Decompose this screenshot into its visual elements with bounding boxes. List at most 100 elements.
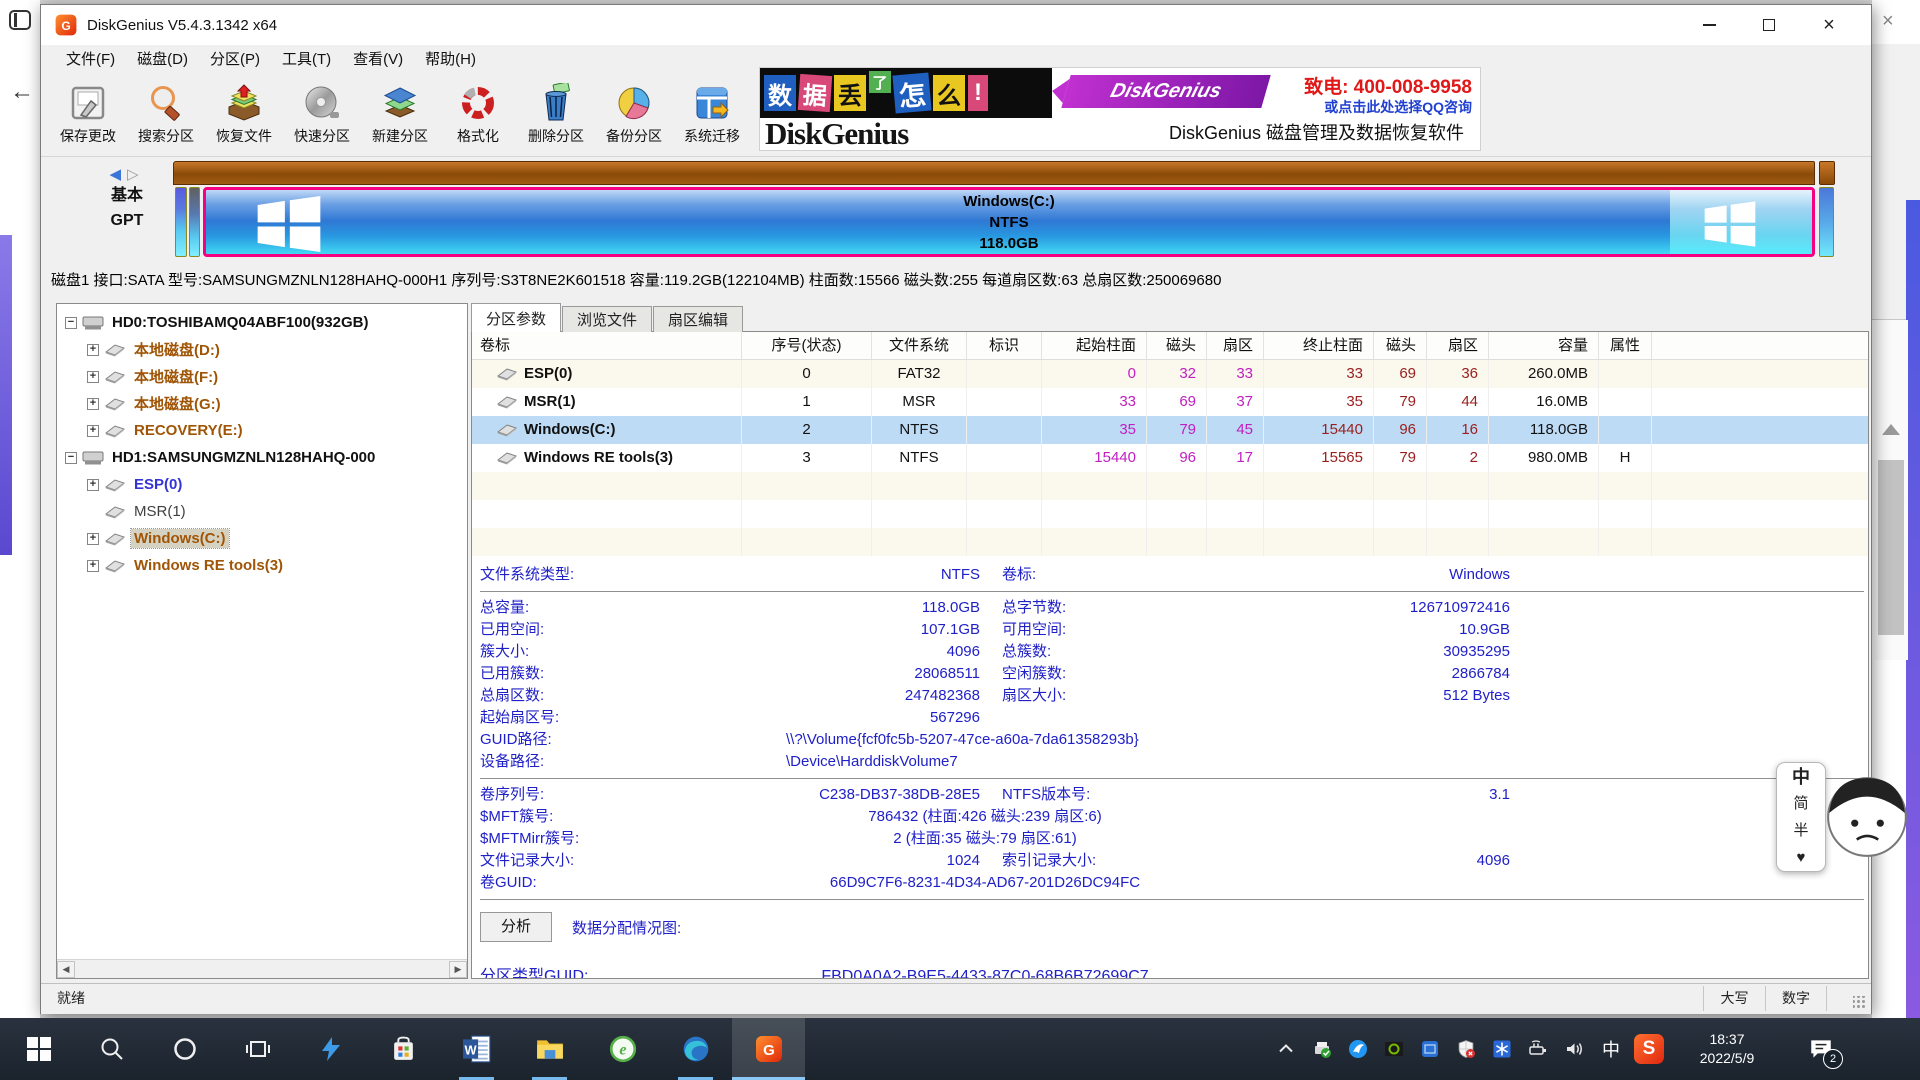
word-taskbar-button[interactable]: W xyxy=(440,1018,513,1080)
ime-widget-item[interactable]: 半 xyxy=(1793,823,1808,839)
prev-disk-icon[interactable]: ◀ xyxy=(109,166,127,183)
tree-item-MSR(1)[interactable]: MSR(1) xyxy=(57,498,467,525)
column-header-容量[interactable]: 容量 xyxy=(1489,332,1599,359)
column-header-磁头[interactable]: 磁头 xyxy=(1147,332,1207,359)
expand-icon[interactable]: + xyxy=(87,398,99,410)
menu-item-1[interactable]: 磁盘(D) xyxy=(126,48,199,69)
table-row-ESP(0)[interactable]: ESP(0)0FAT3203233336936260.0MB xyxy=(472,360,1868,388)
tab-outline-icon[interactable] xyxy=(9,10,31,30)
ime-widget-item[interactable]: 中 xyxy=(1792,769,1810,785)
taskbar-clock[interactable]: 18:37 2022/5/9 xyxy=(1672,1030,1782,1068)
messenger-bird-icon[interactable] xyxy=(1344,1035,1372,1063)
diskgenius-taskbar-button[interactable]: G xyxy=(732,1018,805,1080)
快速分区-button[interactable]: 快速分区 xyxy=(283,74,361,154)
ie-browser-taskbar-button[interactable]: e xyxy=(586,1018,659,1080)
tree-item-RECOVERY(E:)[interactable]: +RECOVERY(E:) xyxy=(57,417,467,444)
back-arrow-icon[interactable]: ← xyxy=(10,78,34,106)
tree-item-ESP(0)[interactable]: +ESP(0) xyxy=(57,471,467,498)
column-header-扇区[interactable]: 扇区 xyxy=(1207,332,1264,359)
column-header-序号(状态)[interactable]: 序号(状态) xyxy=(742,332,872,359)
maximize-button[interactable] xyxy=(1739,5,1799,45)
column-header-卷标[interactable]: 卷标 xyxy=(472,332,742,359)
titlebar[interactable]: G DiskGenius V5.4.3.1342 x64 × xyxy=(41,5,1871,45)
edge-taskbar-button[interactable] xyxy=(659,1018,732,1080)
analyze-button[interactable]: 分析 xyxy=(480,912,552,942)
partition-re-sliver[interactable] xyxy=(1819,187,1834,257)
column-header-文件系统[interactable]: 文件系统 xyxy=(872,332,967,359)
ad-banner[interactable]: 数据丢了怎么! DiskGenius DiskGenius 致电: 400-00… xyxy=(759,67,1481,151)
collapse-icon[interactable]: − xyxy=(65,452,77,464)
menu-item-0[interactable]: 文件(F) xyxy=(55,48,126,69)
partition-esp-sliver[interactable] xyxy=(175,187,187,257)
nvidia-icon[interactable] xyxy=(1380,1035,1408,1063)
intel-graphics-icon[interactable] xyxy=(1416,1035,1444,1063)
next-disk-icon[interactable]: ▷ xyxy=(127,166,145,183)
column-header-扇区[interactable]: 扇区 xyxy=(1427,332,1489,359)
新建分区-button[interactable]: 新建分区 xyxy=(361,74,439,154)
系统迁移-button[interactable]: 系统迁移 xyxy=(673,74,751,154)
tree-item-Windows(C:)[interactable]: +Windows(C:) xyxy=(57,525,467,552)
scroll-up-icon[interactable] xyxy=(1882,424,1900,435)
tree-item-HD0:TOSHIBAMQ04ABF100(932GB)[interactable]: −HD0:TOSHIBAMQ04ABF100(932GB) xyxy=(57,309,467,336)
expand-icon[interactable]: + xyxy=(87,479,99,491)
备份分区-button[interactable]: 备份分区 xyxy=(595,74,673,154)
ime-widget-item[interactable]: ♥ xyxy=(1797,850,1806,866)
menu-item-5[interactable]: 帮助(H) xyxy=(414,48,487,69)
tab-扇区编辑[interactable]: 扇区编辑 xyxy=(653,306,743,332)
scroll-left-icon[interactable]: ◀ xyxy=(57,961,75,978)
partition-msr-sliver[interactable] xyxy=(189,187,200,257)
resize-grip[interactable] xyxy=(1853,996,1866,1009)
恢复文件-button[interactable]: 恢复文件 xyxy=(205,74,283,154)
flash-app-taskbar-button[interactable] xyxy=(294,1018,367,1080)
ime-widget-item[interactable]: 简 xyxy=(1793,796,1808,812)
table-row-Windows RE tools(3)[interactable]: Windows RE tools(3)3NTFS1544096171556579… xyxy=(472,444,1868,472)
tree-item-本地磁盘(D:)[interactable]: +本地磁盘(D:) xyxy=(57,336,467,363)
scrollbar-thumb[interactable] xyxy=(1878,460,1904,635)
store-taskbar-button[interactable] xyxy=(367,1018,440,1080)
保存更改-button[interactable]: 保存更改 xyxy=(49,74,127,154)
expand-icon[interactable]: + xyxy=(87,560,99,572)
minimize-button[interactable] xyxy=(1679,5,1739,45)
action-center-button[interactable]: 2 xyxy=(1790,1018,1852,1080)
tree-item-本地磁盘(G:)[interactable]: +本地磁盘(G:) xyxy=(57,390,467,417)
column-header-终止柱面[interactable]: 终止柱面 xyxy=(1264,332,1374,359)
sogou-input-icon[interactable]: S xyxy=(1634,1034,1664,1064)
column-header-标识[interactable]: 标识 xyxy=(967,332,1042,359)
table-row-MSR(1)[interactable]: MSR(1)1MSR33693735794416.0MB xyxy=(472,388,1868,416)
table-row-Windows(C:)[interactable]: Windows(C:)2NTFS357945154409616118.0GB xyxy=(472,416,1868,444)
column-header-起始柱面[interactable]: 起始柱面 xyxy=(1042,332,1147,359)
expand-icon[interactable]: + xyxy=(87,425,99,437)
scroll-right-icon[interactable]: ▶ xyxy=(449,961,467,978)
column-header-属性[interactable]: 属性 xyxy=(1599,332,1652,359)
taskbar-search-taskbar-button[interactable] xyxy=(75,1018,148,1080)
background-close-icon[interactable]: × xyxy=(1882,10,1894,33)
defender-icon[interactable] xyxy=(1452,1035,1480,1063)
snowflake-icon[interactable] xyxy=(1488,1035,1516,1063)
ime-mascot-face[interactable] xyxy=(1824,770,1910,865)
column-header-磁头[interactable]: 磁头 xyxy=(1374,332,1427,359)
menu-item-4[interactable]: 查看(V) xyxy=(342,48,414,69)
explorer-taskbar-button[interactable] xyxy=(513,1018,586,1080)
printer-icon[interactable] xyxy=(1308,1035,1336,1063)
格式化-button[interactable]: 格式化 xyxy=(439,74,517,154)
menu-item-3[interactable]: 工具(T) xyxy=(271,48,342,69)
ime-language-indicator[interactable]: 中 xyxy=(1596,1036,1626,1062)
ime-toolbar[interactable]: 中简半 ♥ xyxy=(1776,762,1826,872)
expand-icon[interactable]: + xyxy=(87,371,99,383)
tree-item-本地磁盘(F:)[interactable]: +本地磁盘(F:) xyxy=(57,363,467,390)
disk-strip[interactable] xyxy=(173,161,1815,185)
ad-qq-text[interactable]: 或点击此处选择QQ咨询 xyxy=(1324,97,1472,117)
power-icon[interactable] xyxy=(1524,1035,1552,1063)
搜索分区-button[interactable]: 搜索分区 xyxy=(127,74,205,154)
删除分区-button[interactable]: 删除分区 xyxy=(517,74,595,154)
start-taskbar-button[interactable] xyxy=(2,1018,75,1080)
tab-分区参数[interactable]: 分区参数 xyxy=(471,303,561,332)
cortana-taskbar-button[interactable] xyxy=(148,1018,221,1080)
tray-chevron-icon[interactable] xyxy=(1272,1035,1300,1063)
close-button[interactable]: × xyxy=(1799,5,1859,45)
partition-windows-c-bar[interactable]: Windows(C:) NTFS 118.0GB xyxy=(203,187,1815,257)
volume-icon[interactable] xyxy=(1560,1035,1588,1063)
tab-浏览文件[interactable]: 浏览文件 xyxy=(562,306,652,332)
tree-item-HD1:SAMSUNGMZNLN128HAHQ-000[interactable]: −HD1:SAMSUNGMZNLN128HAHQ-000 xyxy=(57,444,467,471)
menu-item-2[interactable]: 分区(P) xyxy=(199,48,271,69)
